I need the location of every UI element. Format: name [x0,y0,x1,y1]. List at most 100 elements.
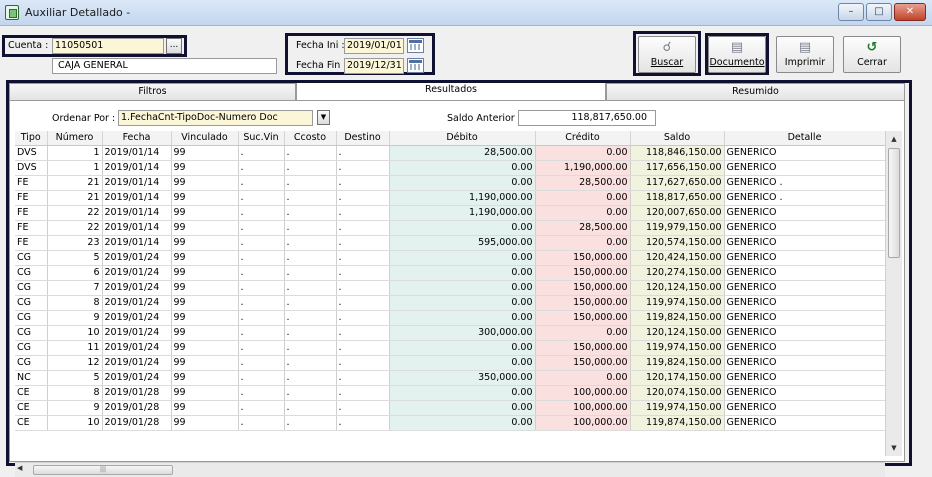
cell-detalle: GENERICO [724,355,886,371]
imprimir-button[interactable]: ▤ Imprimir [776,36,834,73]
table-row[interactable]: FE 22 2019/01/14 99... 1,190,000.00 0.00 120,0… [15,205,886,221]
cell-destino: . [336,415,390,431]
table-row[interactable]: CG 6 2019/01/24 99... 0.00 150,000.00 120,274,… [15,265,886,281]
scroll-up-icon[interactable]: ▲ [886,131,902,147]
cell-destino: . [336,250,390,266]
cell-detalle: GENERICO [724,265,886,281]
table-row[interactable]: CE 9 2019/01/28 99... 0.00 100,000.00 119,974,… [15,400,886,416]
cell-debito: 300,000.00 [389,325,536,341]
calendar-icon[interactable] [407,38,424,53]
cell-debito: 0.00 [389,280,536,296]
column-header-ccosto[interactable]: Ccosto [284,131,337,146]
column-header-suc-vin[interactable]: Suc.Vin [238,131,285,146]
cell-credito: 150,000.00 [535,310,631,326]
table-row[interactable]: FE 22 2019/01/14 99... 0.00 28,500.00 119,979,… [15,220,886,236]
fecha-fin-input[interactable]: 2019/12/31 [344,58,404,74]
cell-credito: 100,000.00 [535,415,631,431]
column-header-numero[interactable]: Número [47,131,103,146]
cell-tipo: CG [15,340,48,356]
cell-numero: 8 [47,295,103,311]
table-row[interactable]: CG 9 2019/01/24 99... 0.00 150,000.00 119,824,… [15,310,886,326]
cell-suc-vin: . [238,145,285,161]
cell-saldo: 119,979,150.00 [630,220,725,236]
cell-destino: . [336,355,390,371]
column-header-tipo[interactable]: Tipo [15,131,48,146]
ordenar-select[interactable]: 1.FechaCnt-TipoDoc-Numero Doc [118,110,313,126]
table-row[interactable]: CG 11 2019/01/24 99... 0.00 150,000.00 119,974… [15,340,886,356]
column-header-fecha[interactable]: Fecha [102,131,172,146]
cell-debito: 1,190,000.00 [389,190,536,206]
cell-numero: 22 [47,220,103,236]
minimize-button[interactable]: – [838,3,864,21]
vertical-scrollbar[interactable]: ▲ ▼ [885,131,902,456]
table-row[interactable]: FE 21 2019/01/14 99... 1,190,000.00 0.00 118,8… [15,190,886,206]
buscar-button[interactable]: ☌ Buscar [638,36,696,73]
table-row[interactable]: CG 5 2019/01/24 99... 0.00 150,000.00 120,424,… [15,250,886,266]
cell-credito: 150,000.00 [535,340,631,356]
column-header-credito[interactable]: Crédito [535,131,631,146]
cell-suc-vin: . [238,205,285,221]
cell-numero: 10 [47,415,103,431]
table-row[interactable]: CG 7 2019/01/24 99... 0.00 150,000.00 120,124,… [15,280,886,296]
cuenta-browse-button[interactable]: ... [166,38,182,54]
chevron-down-icon[interactable]: ▼ [317,110,330,125]
results-table: Tipo Número Fecha Vinculado Suc.Vin Ccosto Des… [15,131,886,431]
cell-tipo: CE [15,385,48,401]
scroll-thumb[interactable] [888,148,900,258]
cell-fecha: 2019/01/24 [102,340,172,356]
column-header-vinculado[interactable]: Vinculado [171,131,239,146]
cell-saldo: 117,627,650.00 [630,175,725,191]
table-row[interactable]: CE 10 2019/01/28 99... 0.00 100,000.00 119,874… [15,415,886,431]
cell-detalle: GENERICO . [724,175,886,191]
cell-credito: 150,000.00 [535,295,631,311]
cerrar-button[interactable]: ↺ Cerrar [843,36,901,73]
table-row[interactable]: DVS 1 2019/01/14 99... 28,500.00 0.00 118,846,… [15,145,886,161]
cell-vinculado: 99 [171,295,239,311]
cell-tipo: DVS [15,160,48,176]
close-window-button[interactable]: ✕ [894,3,926,21]
cell-ccosto: . [284,325,337,341]
cell-destino: . [336,265,390,281]
cell-numero: 22 [47,205,103,221]
table-row[interactable]: DVS 1 2019/01/14 99... 0.00 1,190,000.00 117,6… [15,160,886,176]
table-row[interactable]: CG 8 2019/01/24 99... 0.00 150,000.00 119,974,… [15,295,886,311]
table-row[interactable]: CG 12 2019/01/24 99... 0.00 150,000.00 119,824… [15,355,886,371]
cell-saldo: 119,874,150.00 [630,415,725,431]
cell-credito: 150,000.00 [535,355,631,371]
table-row[interactable]: CG 10 2019/01/24 99... 300,000.00 0.00 120,124… [15,325,886,341]
scroll-down-icon[interactable]: ▼ [886,440,902,456]
cell-numero: 9 [47,400,103,416]
cell-fecha: 2019/01/14 [102,160,172,176]
horizontal-scrollbar[interactable]: ◀ ||| [15,462,885,477]
hscroll-thumb[interactable]: ||| [33,465,173,475]
cell-debito: 0.00 [389,295,536,311]
cell-destino: . [336,235,390,251]
cell-numero: 21 [47,190,103,206]
column-header-destino[interactable]: Destino [336,131,390,146]
cell-fecha: 2019/01/28 [102,385,172,401]
fecha-ini-input[interactable]: 2019/01/01 [344,38,404,54]
table-row[interactable]: CE 8 2019/01/28 99... 0.00 100,000.00 120,074,… [15,385,886,401]
cell-vinculado: 99 [171,190,239,206]
cell-vinculado: 99 [171,265,239,281]
cell-suc-vin: . [238,220,285,236]
cell-suc-vin: . [238,280,285,296]
column-header-detalle[interactable]: Detalle [724,131,886,146]
table-row[interactable]: NC 5 2019/01/24 99... 350,000.00 0.00 120,174,… [15,370,886,386]
cuenta-input[interactable]: 11050501 [52,38,164,54]
table-row[interactable]: FE 21 2019/01/14 99... 0.00 28,500.00 117,627,… [15,175,886,191]
documento-button[interactable]: ▤ Documento [708,36,766,73]
cell-saldo: 118,846,150.00 [630,145,725,161]
column-header-saldo[interactable]: Saldo [630,131,725,146]
table-row[interactable]: FE 23 2019/01/14 99... 595,000.00 0.00 120,574… [15,235,886,251]
cell-saldo: 120,124,150.00 [630,325,725,341]
column-header-debito[interactable]: Débito [389,131,536,146]
cell-suc-vin: . [238,370,285,386]
maximize-button[interactable]: □ [866,3,892,21]
cell-ccosto: . [284,355,337,371]
cell-fecha: 2019/01/24 [102,370,172,386]
scroll-left-icon[interactable]: ◀ [17,464,22,472]
cell-detalle: GENERICO [724,235,886,251]
calendar-icon[interactable] [407,58,424,73]
cell-destino: . [336,295,390,311]
